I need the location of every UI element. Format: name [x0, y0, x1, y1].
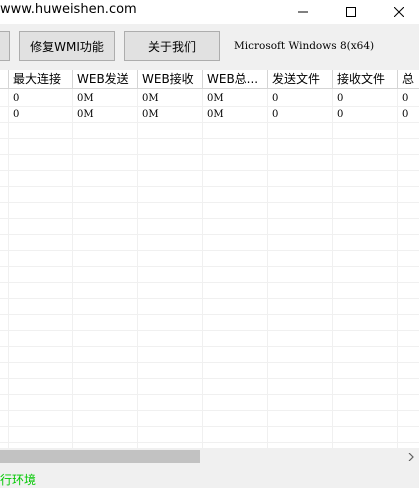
window-title: www.huweishen.com	[0, 2, 137, 17]
table-header: 最大连接 WEB发送 WEB接收 WEB总... 发送文件 接收文件 总	[0, 70, 419, 89]
column-header-web-received[interactable]: WEB接收	[138, 70, 203, 88]
table-row[interactable]: 0 0M 0M 0M 0 0 0	[0, 91, 419, 107]
grid-line	[0, 442, 419, 443]
grid-line	[0, 234, 419, 235]
close-icon	[394, 7, 404, 17]
column-header-files-sent[interactable]: 发送文件	[268, 70, 333, 88]
cell-total: 0	[402, 109, 409, 120]
cell-web-total: 0M	[207, 93, 224, 104]
column-header-total[interactable]: 总	[398, 70, 419, 88]
grid-line	[0, 154, 419, 155]
grid-line	[0, 266, 419, 267]
minimize-button[interactable]	[280, 0, 326, 24]
column-header-web-total[interactable]: WEB总...	[203, 70, 268, 88]
status-text: 行环境	[0, 473, 37, 487]
grid-line	[0, 138, 419, 139]
os-info-label: Microsoft Windows 8(x64)	[234, 40, 375, 52]
column-header-max-connections[interactable]: 最大连接	[9, 70, 73, 88]
maximize-icon	[346, 7, 356, 17]
scroll-right-button[interactable]	[402, 448, 419, 465]
connections-table[interactable]: 最大连接 WEB发送 WEB接收 WEB总... 发送文件 接收文件 总 0 0…	[0, 70, 419, 448]
grid-line	[0, 346, 419, 347]
table-row[interactable]: 0 0M 0M 0M 0 0 0	[0, 107, 419, 123]
close-button[interactable]	[376, 0, 419, 24]
grid-line	[0, 410, 419, 411]
cell-web-total: 0M	[207, 109, 224, 120]
cell-total: 0	[402, 93, 409, 104]
column-header-partial[interactable]	[0, 70, 9, 88]
grid-line	[0, 202, 419, 203]
grid-line	[0, 330, 419, 331]
title-bar: www.huweishen.com	[0, 0, 419, 24]
grid-line	[0, 170, 419, 171]
cell-web-received: 0M	[142, 109, 159, 120]
grid-line	[0, 218, 419, 219]
cell-web-received: 0M	[142, 93, 159, 104]
grid-line	[0, 426, 419, 427]
column-header-web-sent[interactable]: WEB发送	[73, 70, 138, 88]
horizontal-scrollbar[interactable]	[0, 448, 419, 465]
minimize-icon	[298, 11, 308, 13]
grid-line	[0, 282, 419, 283]
cell-files-received: 0	[337, 109, 344, 120]
toolbar: 修复WMI功能 关于我们 Microsoft Windows 8(x64)	[0, 24, 419, 68]
cell-web-sent: 0M	[77, 109, 94, 120]
grid-line	[0, 378, 419, 379]
grid-line	[0, 298, 419, 299]
cell-max-connections: 0	[13, 109, 20, 120]
cell-files-sent: 0	[272, 109, 279, 120]
cell-web-sent: 0M	[77, 93, 94, 104]
cell-files-sent: 0	[272, 93, 279, 104]
repair-wmi-button[interactable]: 修复WMI功能	[19, 31, 115, 61]
grid-line	[0, 314, 419, 315]
maximize-button[interactable]	[328, 0, 374, 24]
toolbar-button-partial[interactable]	[0, 31, 10, 61]
column-header-files-received[interactable]: 接收文件	[333, 70, 398, 88]
scrollbar-thumb[interactable]	[0, 450, 200, 463]
grid-line	[0, 362, 419, 363]
grid-line	[0, 250, 419, 251]
about-us-button[interactable]: 关于我们	[124, 31, 220, 61]
grid-line	[0, 186, 419, 187]
cell-files-received: 0	[337, 93, 344, 104]
chevron-right-icon	[408, 452, 414, 461]
status-bar: 行环境	[0, 468, 419, 487]
grid-line	[0, 394, 419, 395]
cell-max-connections: 0	[13, 93, 20, 104]
